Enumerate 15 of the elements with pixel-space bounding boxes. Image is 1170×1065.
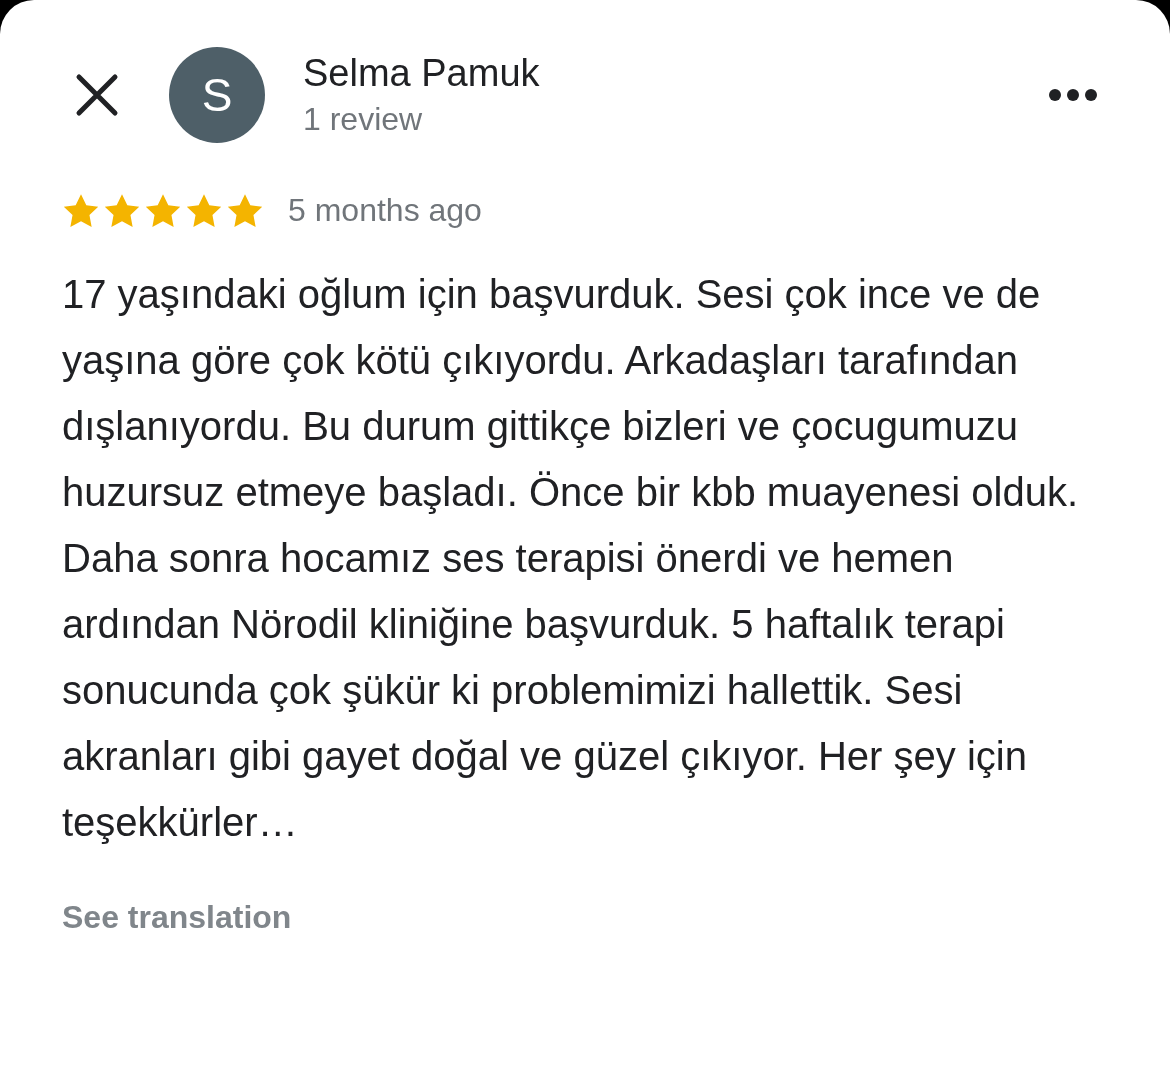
close-icon: [75, 73, 119, 117]
review-time: 5 months ago: [288, 192, 482, 229]
avatar: S: [169, 47, 265, 143]
star-icon: [62, 192, 100, 229]
reviewer-name: Selma Pamuk: [303, 52, 541, 95]
review-text: 17 yaşındaki oğlum için başvurduk. Sesi çok ince ve de yaşına göre çok kötü çıkıyordu. Arkadaşları tarafından dışlanıyordu. Bu durum gittikçe bizleri ve çocugumuzu huzursuz etmeye başladı. Önce bir kbb muayenesi olduk. Daha sonra hocamız ses terapisi önerdi ve hemen ardından Nörodil kliniğine başvurduk. 5 haftalık terapi sonucunda çok şükür ki problemimizi hallettik. Sesi akranları gibi gayet doğal ve güzel çıkıyor. Her şey için teşekkürler…: [62, 271, 1080, 846]
review-count: 1 review: [303, 101, 424, 138]
star-icon: [144, 192, 182, 229]
more-button[interactable]: [1048, 88, 1098, 102]
close-button[interactable]: [75, 73, 119, 117]
star-icon: [185, 192, 223, 229]
more-icon: [1048, 88, 1098, 102]
star-icon: [226, 192, 264, 229]
star-icon: [103, 192, 141, 229]
see-translation-link[interactable]: See translation: [62, 899, 292, 936]
